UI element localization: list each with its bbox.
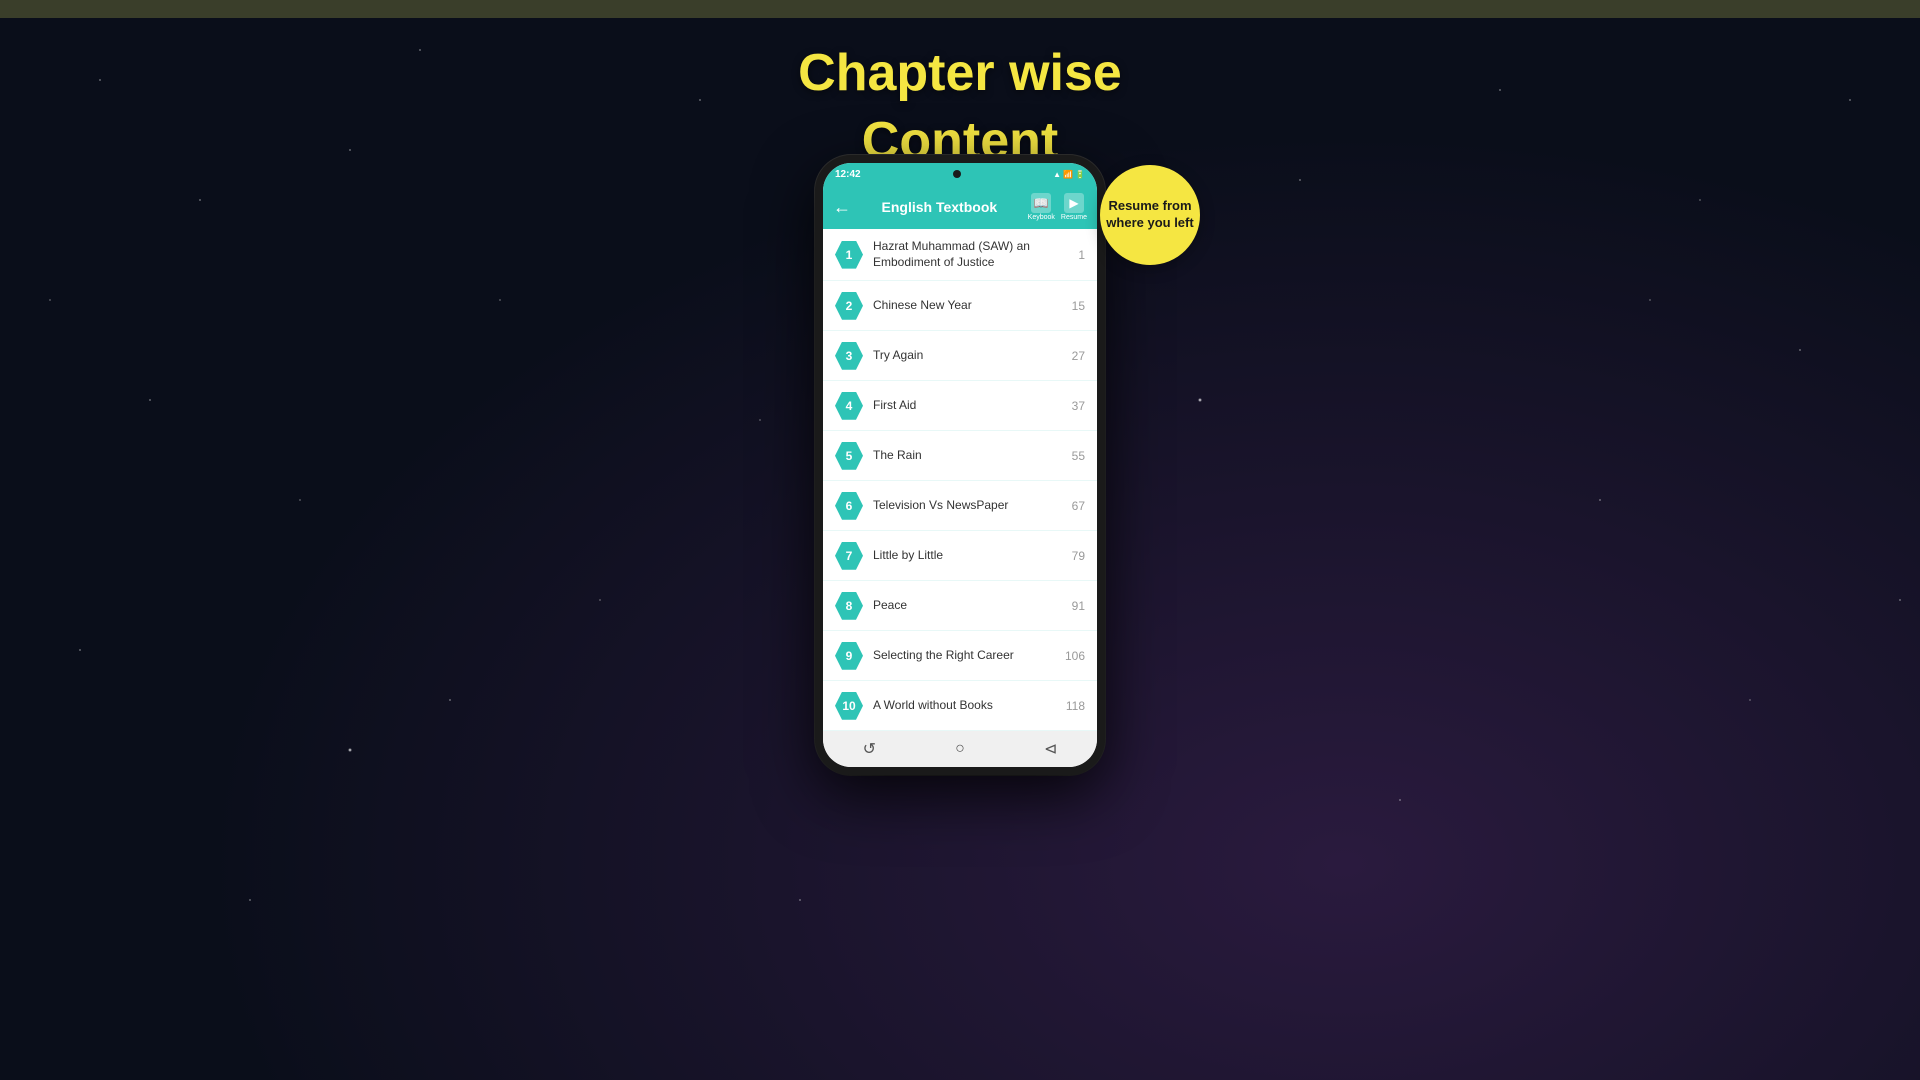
- table-row[interactable]: 9 Selecting the Right Career 106: [823, 631, 1097, 681]
- table-row[interactable]: 7 Little by Little 79: [823, 531, 1097, 581]
- camera-indicator: [953, 170, 961, 178]
- chapter-page: 27: [1060, 349, 1085, 363]
- chapter-number: 3: [835, 342, 863, 370]
- chapter-name: First Aid: [873, 398, 1050, 414]
- table-row[interactable]: 10 A World without Books 118: [823, 681, 1097, 731]
- table-row[interactable]: 2 Chinese New Year 15: [823, 281, 1097, 331]
- table-row[interactable]: 3 Try Again 27: [823, 331, 1097, 381]
- table-row[interactable]: 1 Hazrat Muhammad (SAW) an Embodiment of …: [823, 229, 1097, 281]
- chapter-page: 67: [1060, 499, 1085, 513]
- chapter-number: 4: [835, 392, 863, 420]
- status-bar: 12:42 ▲ 📶 🔋: [823, 163, 1097, 185]
- resume-icon: ▶: [1064, 193, 1084, 213]
- chapter-name: A World without Books: [873, 698, 1050, 714]
- chapter-name: Little by Little: [873, 548, 1050, 564]
- phone-screen: 12:42 ▲ 📶 🔋 ← English Textbook 📖 Keybook: [823, 163, 1097, 767]
- chapter-page: 15: [1060, 299, 1085, 313]
- chapter-number: 10: [835, 692, 863, 720]
- chapter-name: Television Vs NewsPaper: [873, 498, 1050, 514]
- status-icons: ▲ 📶 🔋: [1053, 170, 1085, 179]
- refresh-button[interactable]: ↺: [863, 739, 876, 759]
- chapter-number: 6: [835, 492, 863, 520]
- chapter-page: 55: [1060, 449, 1085, 463]
- back-button[interactable]: ←: [833, 197, 851, 218]
- chapter-name: Peace: [873, 598, 1050, 614]
- bottom-nav: ↺ ○ ⊲: [823, 731, 1097, 767]
- chapter-number: 7: [835, 542, 863, 570]
- chapter-name: Hazrat Muhammad (SAW) an Embodiment of J…: [873, 239, 1050, 270]
- keybook-label: Keybook: [1028, 214, 1055, 221]
- back-nav-button[interactable]: ⊲: [1044, 739, 1057, 759]
- battery-icon: 🔋: [1075, 170, 1085, 179]
- phone: 12:42 ▲ 📶 🔋 ← English Textbook 📖 Keybook: [815, 155, 1105, 775]
- keybook-button[interactable]: 📖 Keybook: [1028, 193, 1055, 221]
- status-time: 12:42: [835, 169, 861, 180]
- chapter-number: 8: [835, 592, 863, 620]
- chapter-page: 1: [1060, 248, 1085, 262]
- chapter-page: 91: [1060, 599, 1085, 613]
- phone-wrapper: Resume from where you left 12:42 ▲ 📶 🔋 ←…: [815, 155, 1105, 775]
- table-row[interactable]: 4 First Aid 37: [823, 381, 1097, 431]
- resume-bubble-text: Resume from where you left: [1100, 193, 1200, 237]
- table-row[interactable]: 6 Television Vs NewsPaper 67: [823, 481, 1097, 531]
- chapter-name: Try Again: [873, 348, 1050, 364]
- resume-bubble[interactable]: Resume from where you left: [1100, 165, 1200, 265]
- chapter-page: 37: [1060, 399, 1085, 413]
- top-strip: [0, 0, 1920, 18]
- toolbar-title: English Textbook: [859, 199, 1020, 215]
- chapter-page: 106: [1060, 649, 1085, 663]
- resume-label: Resume: [1061, 214, 1087, 221]
- chapter-number: 2: [835, 292, 863, 320]
- table-row[interactable]: 8 Peace 91: [823, 581, 1097, 631]
- chapter-name: The Rain: [873, 448, 1050, 464]
- wifi-icon: ▲: [1053, 170, 1061, 179]
- chapter-name: Selecting the Right Career: [873, 648, 1050, 664]
- chapter-number: 1: [835, 241, 863, 269]
- chapter-name: Chinese New Year: [873, 298, 1050, 314]
- chapter-list: 1 Hazrat Muhammad (SAW) an Embodiment of …: [823, 229, 1097, 731]
- chapter-page: 79: [1060, 549, 1085, 563]
- chapter-number: 5: [835, 442, 863, 470]
- keybook-icon: 📖: [1031, 193, 1051, 213]
- signal-icon: 📶: [1063, 170, 1073, 179]
- chapter-page: 118: [1060, 699, 1085, 713]
- toolbar: ← English Textbook 📖 Keybook ▶ Resume: [823, 185, 1097, 229]
- resume-button[interactable]: ▶ Resume: [1061, 193, 1087, 221]
- home-button[interactable]: ○: [955, 740, 965, 758]
- toolbar-icons: 📖 Keybook ▶ Resume: [1028, 193, 1087, 221]
- chapter-number: 9: [835, 642, 863, 670]
- table-row[interactable]: 5 The Rain 55: [823, 431, 1097, 481]
